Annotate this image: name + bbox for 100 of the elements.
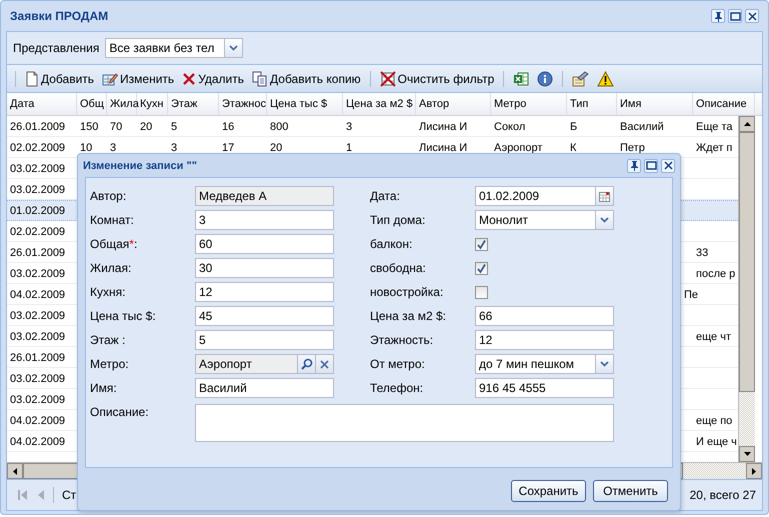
column-header[interactable]: Общ <box>77 93 107 115</box>
vertical-scrollbar[interactable] <box>738 116 755 462</box>
scroll-thumb[interactable] <box>739 132 755 392</box>
table-cell: 02.02.2009 <box>10 142 66 154</box>
toolbar-button[interactable]: Очистить фильтр <box>376 68 498 88</box>
table-cell: 03.02.2009 <box>10 372 66 384</box>
table-cell: 33 <box>696 246 708 258</box>
toolbar-button[interactable]: Добавить копию <box>249 68 364 88</box>
input-field[interactable]: 12 <box>195 282 334 302</box>
field-label: Кухня: <box>90 284 126 301</box>
table-cell: 20 <box>270 142 282 154</box>
input-field[interactable]: Медведев А <box>195 186 334 206</box>
calendar-icon[interactable] <box>599 190 610 202</box>
table-cell: И еще ч <box>696 436 737 448</box>
view-dropdown[interactable]: Все заявки без тел <box>105 38 244 58</box>
table-cell: Аэропорт <box>494 142 542 154</box>
table-cell: 26.01.2009 <box>10 246 66 258</box>
field-label: Жилая: <box>90 260 132 277</box>
field-label: Этаж : <box>90 332 126 349</box>
field-label: Метро: <box>90 356 130 373</box>
table-cell: еще по <box>696 414 732 426</box>
input-field[interactable]: Василий <box>195 378 334 398</box>
column-header[interactable]: Имя <box>617 93 693 115</box>
checkbox[interactable] <box>475 286 488 298</box>
table-cell: 150 <box>80 120 98 132</box>
table-cell: 17 <box>222 142 234 154</box>
arrow-right-icon[interactable] <box>752 468 756 474</box>
window-title: Заявки ПРОДАМ <box>10 9 108 23</box>
input-field[interactable]: 60 <box>195 234 334 254</box>
close-icon[interactable] <box>320 360 329 368</box>
input-field[interactable]: 66 <box>475 306 614 326</box>
pencil-icon <box>102 70 118 86</box>
dialog-button[interactable]: Отменить <box>593 480 668 502</box>
table-cell: 3 <box>171 142 178 154</box>
column-header[interactable]: Тип <box>567 93 617 115</box>
column-header[interactable]: Жила <box>107 93 137 115</box>
table-cell: 03.02.2009 <box>10 330 66 342</box>
table-cell: Василий <box>620 120 664 132</box>
column-header[interactable]: Дата <box>7 93 77 115</box>
toolbar-button[interactable]: Добавить <box>22 68 98 88</box>
column-header[interactable]: Цена за м2 $ <box>343 93 416 115</box>
input-field[interactable]: 30 <box>195 258 334 278</box>
table-cell: Лисина И <box>419 120 468 132</box>
field-label: Этажность: <box>370 332 434 349</box>
arrow-up-icon[interactable] <box>744 122 750 126</box>
input-field[interactable]: 5 <box>195 330 334 350</box>
lookup-field[interactable]: Аэропорт <box>195 354 334 374</box>
input-field[interactable]: 12 <box>475 330 614 350</box>
caret-icon[interactable] <box>600 361 609 367</box>
table-cell: 16 <box>222 120 234 132</box>
column-header[interactable]: Этажнос <box>219 93 267 115</box>
pin-icon[interactable] <box>627 158 641 172</box>
table-cell: Б <box>570 120 578 132</box>
column-header[interactable]: Этаж <box>168 93 219 115</box>
dropdown-field[interactable]: до 7 мин пешком <box>475 354 614 374</box>
field-label: Автор: <box>90 188 128 205</box>
dropdown-field[interactable]: Монолит <box>475 210 614 230</box>
field-label: От метро: <box>370 356 426 373</box>
column-header[interactable]: Цена тыс $ <box>267 93 343 115</box>
close-icon[interactable] <box>745 9 759 23</box>
search-icon[interactable] <box>300 358 312 370</box>
field-label: балкон: <box>370 236 414 253</box>
caret-icon[interactable] <box>229 45 238 51</box>
arrow-left-icon[interactable] <box>13 468 17 474</box>
page-label: Ст <box>62 488 76 502</box>
table-cell: 04.02.2009 <box>10 288 66 300</box>
checkbox[interactable] <box>475 262 488 274</box>
dialog-button[interactable]: Сохранить <box>511 480 586 502</box>
date-field[interactable]: 01.02.2009 <box>475 186 614 206</box>
column-header[interactable]: Описание <box>693 93 755 115</box>
description-field[interactable] <box>195 404 614 442</box>
table-cell: Сокол <box>494 120 526 132</box>
column-header[interactable]: Автор <box>416 93 491 115</box>
maximize-icon[interactable] <box>644 158 658 172</box>
table-cell: 10 <box>80 142 92 154</box>
input-field[interactable]: 916 45 4555 <box>475 378 614 398</box>
column-header[interactable]: Метро <box>491 93 567 115</box>
toolbar-button[interactable]: Удалить <box>179 70 248 88</box>
close-icon[interactable] <box>661 158 675 172</box>
pin-icon[interactable] <box>711 9 725 23</box>
table-cell: 20 <box>140 120 152 132</box>
table-cell: 01.02.2009 <box>10 204 66 216</box>
table-cell: 02.02.2009 <box>10 226 66 238</box>
caret-icon[interactable] <box>600 217 609 223</box>
table-row[interactable]: 26.01.2009 150 70 20 5 16 800 3 Лисина И Сокол Б Василий Еще та <box>7 116 738 137</box>
table-cell: еще чт <box>696 330 731 342</box>
table-cell: 03.02.2009 <box>10 184 66 196</box>
maximize-icon[interactable] <box>728 9 742 23</box>
input-field[interactable]: 45 <box>195 306 334 326</box>
input-field[interactable]: 3 <box>195 210 334 230</box>
table-cell: Петр <box>620 142 645 154</box>
table-cell: 03.02.2009 <box>10 162 66 174</box>
crossed-grid-icon <box>380 70 396 86</box>
arrow-down-icon[interactable] <box>744 452 750 456</box>
toolbar-button[interactable]: Изменить <box>99 68 178 88</box>
checkbox[interactable] <box>475 238 488 250</box>
field-label: Тип дома: <box>370 212 426 229</box>
delete-icon <box>182 72 196 86</box>
field-label: свободна: <box>370 260 427 277</box>
table-cell: К <box>570 142 576 154</box>
